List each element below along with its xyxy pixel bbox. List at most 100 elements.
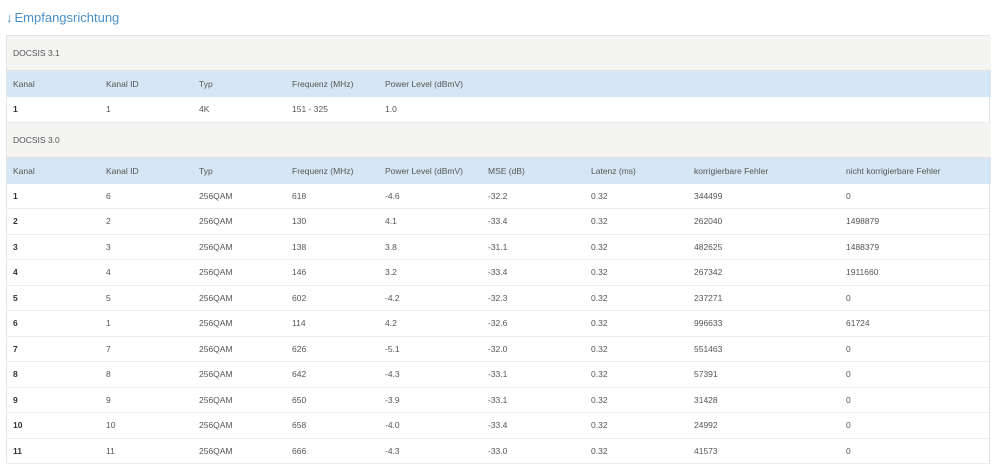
table-cell: 256QAM — [193, 208, 286, 235]
table-cell: 0.32 — [585, 285, 688, 311]
table-cell: 262040 — [688, 208, 840, 235]
table-cell: 0 — [840, 183, 992, 209]
table-cell: 0.32 — [585, 336, 688, 362]
table-cell: 5 — [100, 285, 193, 311]
table-cell: 1.0 — [379, 97, 482, 123]
table-cell: 0 — [840, 387, 992, 413]
table-cell: 4 — [7, 259, 100, 286]
table-cell: 1911660 — [840, 259, 992, 286]
downstream-table: DOCSIS 3.1 Kanal Kanal ID Typ Frequenz (MHz)… — [7, 36, 992, 464]
column-header: nicht korrigierbare Fehler — [840, 157, 992, 184]
table-cell: -33.4 — [482, 412, 585, 439]
table-cell: 11 — [7, 438, 100, 464]
table-cell: 138 — [286, 234, 379, 260]
table-cell: -33.4 — [482, 259, 585, 286]
section-title-label: Empfangsrichtung — [14, 10, 120, 25]
table-cell: 0.32 — [585, 310, 688, 337]
table-cell: 0.32 — [585, 412, 688, 439]
table-cell: 24992 — [688, 412, 840, 439]
table-cell: -31.1 — [482, 234, 585, 260]
table-cell: 3 — [7, 234, 100, 260]
table-row: 1 6 256QAM 618 -4.6 -32.2 0.32 344499 0 — [7, 183, 992, 209]
group-label: DOCSIS 3.1 — [7, 36, 992, 71]
table-cell: -33.4 — [482, 208, 585, 235]
table-cell: 256QAM — [193, 336, 286, 362]
column-header-empty — [482, 70, 585, 97]
column-header: Frequenz (MHz) — [286, 157, 379, 184]
table-cell: 2 — [100, 208, 193, 235]
section-title[interactable]: ↓ Empfangsrichtung — [6, 9, 119, 27]
table-cell: 57391 — [688, 361, 840, 388]
table-row: 2 2 256QAM 130 4.1 -33.4 0.32 262040 1498879 — [7, 208, 992, 235]
table-cell: 1 — [100, 97, 193, 123]
header-row-docsis30: Kanal Kanal ID Typ Frequenz (MHz) Power Leve… — [7, 157, 992, 184]
downstream-table-container: DOCSIS 3.1 Kanal Kanal ID Typ Frequenz (MHz)… — [6, 35, 992, 464]
table-cell: 151 - 325 — [286, 97, 379, 123]
table-cell: 256QAM — [193, 438, 286, 464]
table-cell: 237271 — [688, 285, 840, 311]
table-cell: 256QAM — [193, 285, 286, 311]
table-cell: 1 — [7, 97, 100, 123]
table-row: 1 1 4K 151 - 325 1.0 — [7, 97, 992, 123]
table-cell: 256QAM — [193, 259, 286, 286]
table-cell: -33.0 — [482, 438, 585, 464]
table-cell: 7 — [7, 336, 100, 362]
table-cell: 666 — [286, 438, 379, 464]
table-cell: -32.3 — [482, 285, 585, 311]
table-cell: 10 — [7, 412, 100, 439]
table-cell: -4.0 — [379, 412, 482, 439]
table-cell: 8 — [100, 361, 193, 388]
column-header: Typ — [193, 70, 286, 97]
table-cell: -3.9 — [379, 387, 482, 413]
table-row: 10 10 256QAM 658 -4.0 -33.4 0.32 24992 0 — [7, 412, 992, 439]
table-cell: 10 — [100, 412, 193, 439]
table-cell: 2 — [7, 208, 100, 235]
table-cell: 256QAM — [193, 387, 286, 413]
column-header-empty — [585, 70, 688, 97]
table-cell: 482625 — [688, 234, 840, 260]
table-cell: 9 — [100, 387, 193, 413]
table-cell: 0.32 — [585, 387, 688, 413]
table-cell: 1488379 — [840, 234, 992, 260]
table-cell: 650 — [286, 387, 379, 413]
table-cell-empty — [585, 97, 688, 123]
page: ↓ Empfangsrichtung DOCSIS 3.1 Kanal Kanal I… — [0, 0, 999, 466]
table-cell: 61724 — [840, 310, 992, 337]
table-cell: 7 — [100, 336, 193, 362]
table-cell: 602 — [286, 285, 379, 311]
table-cell: 0.32 — [585, 259, 688, 286]
group-label: DOCSIS 3.0 — [7, 122, 992, 158]
table-cell: -32.2 — [482, 183, 585, 209]
table-cell: 256QAM — [193, 183, 286, 209]
table-cell: 0.32 — [585, 438, 688, 464]
table-row: 6 1 256QAM 114 4.2 -32.6 0.32 996633 61724 — [7, 310, 992, 337]
table-cell: 41573 — [688, 438, 840, 464]
table-cell: 0 — [840, 336, 992, 362]
table-cell: 344499 — [688, 183, 840, 209]
table-cell: 146 — [286, 259, 379, 286]
table-cell: 0 — [840, 361, 992, 388]
table-cell: 626 — [286, 336, 379, 362]
column-header: Kanal — [7, 70, 100, 97]
table-cell: 0 — [840, 285, 992, 311]
table-cell: 9 — [7, 387, 100, 413]
column-header: Power Level (dBmV) — [379, 70, 482, 97]
table-cell: 114 — [286, 310, 379, 337]
table-cell: 0 — [840, 438, 992, 464]
table-cell: -32.0 — [482, 336, 585, 362]
table-cell: -33.1 — [482, 387, 585, 413]
table-cell: 0.32 — [585, 208, 688, 235]
table-cell: -33.1 — [482, 361, 585, 388]
header-row-docsis31: Kanal Kanal ID Typ Frequenz (MHz) Power Leve… — [7, 70, 992, 97]
table-cell: 3.2 — [379, 259, 482, 286]
table-row: 8 8 256QAM 642 -4.3 -33.1 0.32 57391 0 — [7, 361, 992, 388]
table-cell-empty — [688, 97, 840, 123]
table-cell: 3.8 — [379, 234, 482, 260]
table-cell: 267342 — [688, 259, 840, 286]
table-cell: 3 — [100, 234, 193, 260]
table-cell: 4 — [100, 259, 193, 286]
table-cell: 0.32 — [585, 183, 688, 209]
table-row: 5 5 256QAM 602 -4.2 -32.3 0.32 237271 0 — [7, 285, 992, 311]
column-header: Power Level (dBmV) — [379, 157, 482, 184]
table-cell: 6 — [7, 310, 100, 337]
